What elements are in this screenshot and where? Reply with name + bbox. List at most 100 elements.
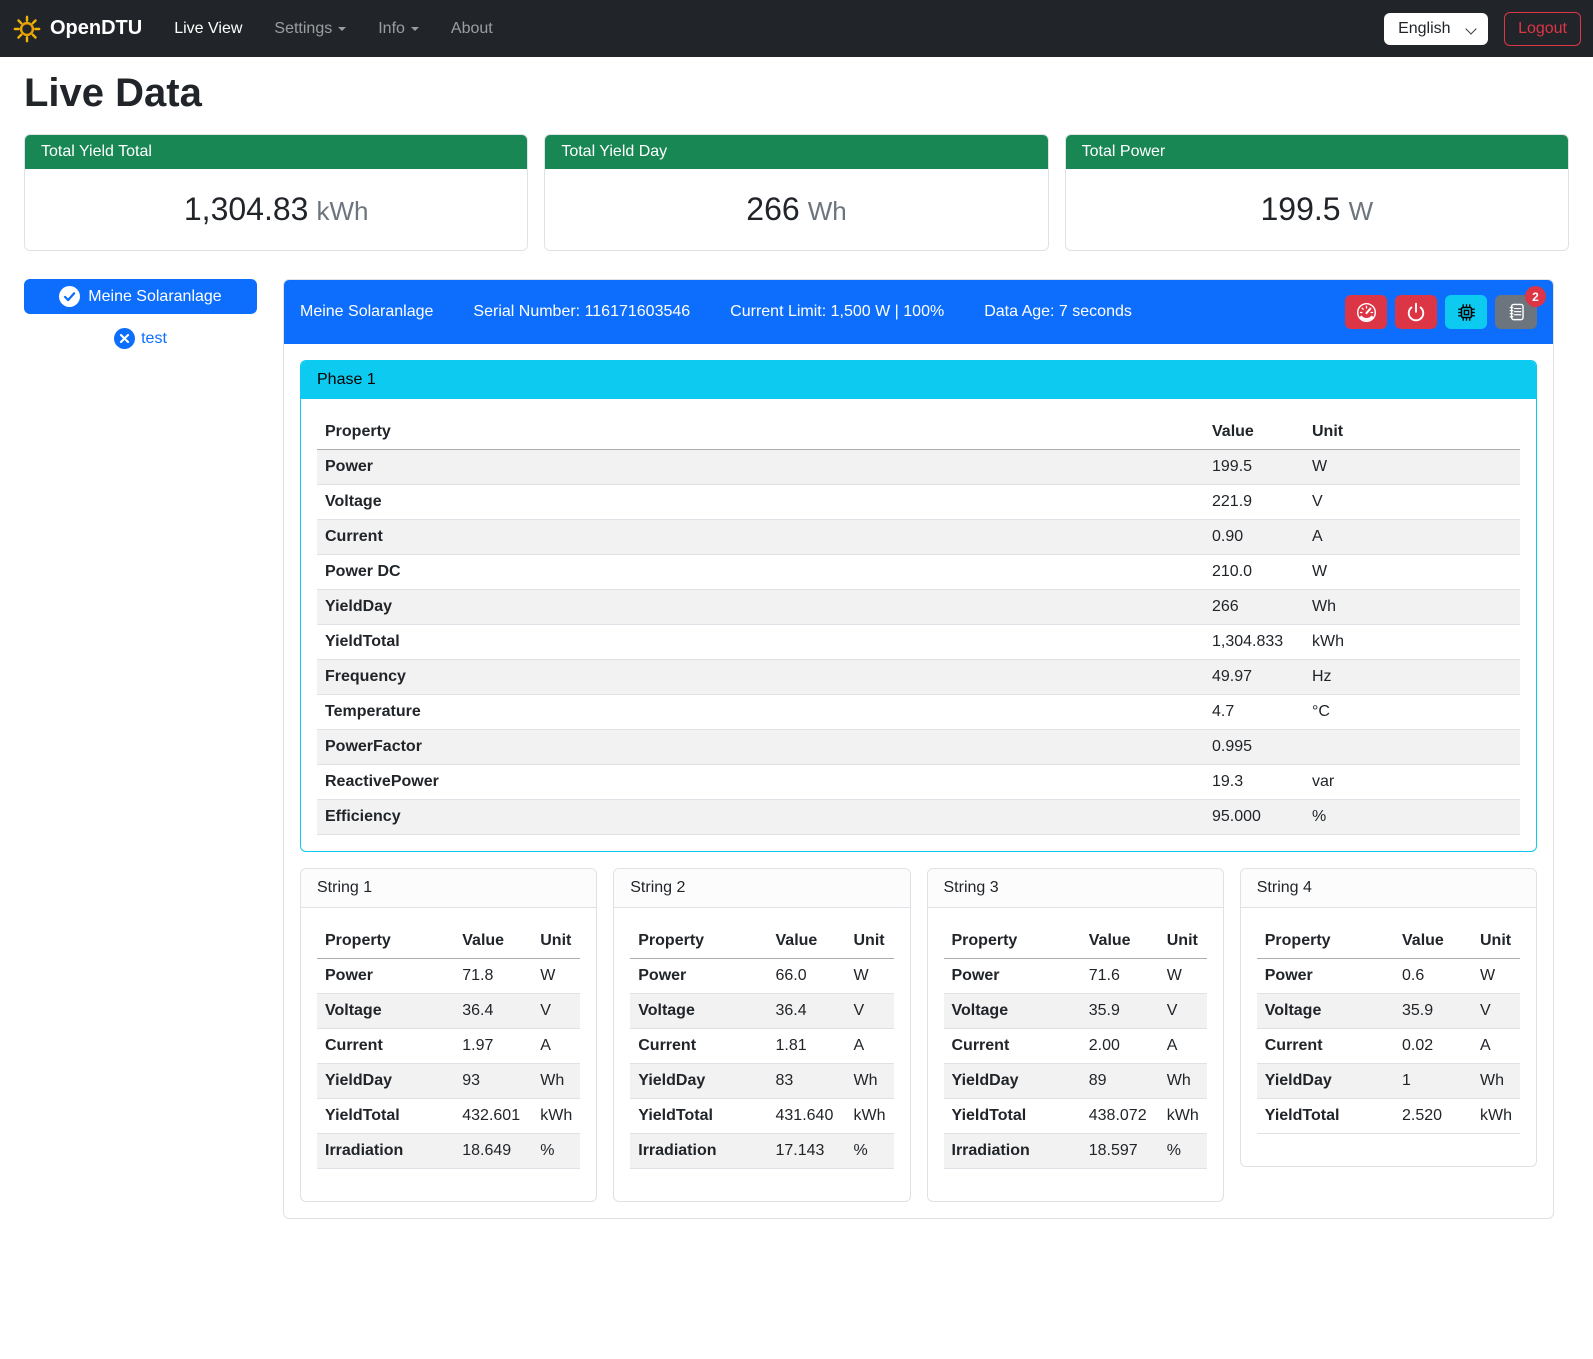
table-row: Voltage35.9V <box>944 994 1207 1029</box>
table-row: Power DC210.0W <box>317 555 1520 590</box>
table-row: YieldDay266Wh <box>317 590 1520 625</box>
summary-card-title: Total Yield Day <box>545 135 1047 169</box>
column-header-value: Value <box>1394 924 1472 959</box>
device-info-button[interactable] <box>1445 295 1487 329</box>
table-row: YieldTotal431.640kWh <box>630 1099 893 1134</box>
inverter-limit: Current Limit: 1,500 W | 100% <box>730 303 944 321</box>
string-data-table: Property Value Unit Power66.0WVoltage36.… <box>630 924 893 1169</box>
table-row: Irradiation17.143% <box>630 1134 893 1169</box>
journal-icon <box>1507 302 1526 322</box>
cpu-icon <box>1456 302 1477 323</box>
string-card: String 4 Property Value Unit Power0.6WVo… <box>1240 868 1537 1167</box>
summary-card-unit: Wh <box>808 196 847 226</box>
inverter-panel: Meine Solaranlage Serial Number: 1161716… <box>283 279 1554 1219</box>
phase-data-table: Property Value Unit Power199.5WVoltage22… <box>317 415 1520 835</box>
summary-card-value: 199.5 <box>1261 191 1341 227</box>
table-row: Current1.81A <box>630 1029 893 1064</box>
check-circle-icon <box>59 286 80 307</box>
string-card: String 1 Property Value Unit Power71.8WV… <box>300 868 597 1202</box>
chevron-down-icon <box>1465 23 1476 34</box>
column-header-value: Value <box>1081 924 1159 959</box>
table-row: Irradiation18.649% <box>317 1134 580 1169</box>
table-row: Current1.97A <box>317 1029 580 1064</box>
table-row: YieldDay1Wh <box>1257 1064 1520 1099</box>
table-row: PowerFactor0.995 <box>317 730 1520 765</box>
table-header-row: Property Value Unit <box>630 924 893 959</box>
summary-card-unit: kWh <box>316 196 368 226</box>
nav-links: Live View Settings Info About <box>158 12 509 46</box>
table-header-row: Property Value Unit <box>317 415 1520 450</box>
table-row: Current2.00A <box>944 1029 1207 1064</box>
language-selected-value: English <box>1398 20 1450 37</box>
column-header-property: Property <box>317 415 1204 450</box>
string-card: String 2 Property Value Unit Power66.0WV… <box>613 868 910 1202</box>
table-row: Efficiency95.000% <box>317 800 1520 835</box>
sidebar-item-label: test <box>141 330 167 348</box>
table-row: YieldTotal2.520kWh <box>1257 1099 1520 1134</box>
table-row: YieldDay89Wh <box>944 1064 1207 1099</box>
logout-button[interactable]: Logout <box>1504 12 1581 46</box>
nav-item-info[interactable]: Info <box>362 12 435 46</box>
table-row: ReactivePower19.3var <box>317 765 1520 800</box>
column-header-value: Value <box>768 924 846 959</box>
table-row: Power0.6W <box>1257 959 1520 994</box>
phase-card-title: Phase 1 <box>301 361 1536 399</box>
inverter-panel-header: Meine Solaranlage Serial Number: 1161716… <box>284 280 1553 344</box>
brand-link[interactable]: OpenDTU <box>12 14 142 44</box>
nav-item-label: Info <box>378 20 405 37</box>
sidebar-item-test[interactable]: test <box>24 328 257 349</box>
power-icon <box>1406 302 1426 322</box>
nav-item-label: Settings <box>274 20 332 37</box>
power-control-button[interactable] <box>1395 295 1437 329</box>
summary-card-unit: W <box>1349 196 1374 226</box>
nav-item-settings[interactable]: Settings <box>258 12 362 46</box>
summary-card-total-power: Total Power 199.5 W <box>1065 134 1569 251</box>
table-header-row: Property Value Unit <box>944 924 1207 959</box>
inverter-serial: Serial Number: 116171603546 <box>473 303 690 321</box>
summary-card-title: Total Power <box>1066 135 1568 169</box>
caret-down-icon <box>338 27 346 31</box>
strings-row: String 1 Property Value Unit Power71.8WV… <box>300 868 1537 1202</box>
summary-card-value: 1,304.83 <box>184 191 309 227</box>
column-header-unit: Unit <box>846 924 894 959</box>
string-data-table: Property Value Unit Power71.8WVoltage36.… <box>317 924 580 1169</box>
language-select[interactable]: English <box>1384 13 1488 45</box>
event-log-button[interactable]: 2 <box>1495 295 1537 329</box>
string-card-title: String 2 <box>630 879 685 896</box>
brand-label: OpenDTU <box>50 17 142 40</box>
inverter-sidebar: Meine Solaranlage test <box>24 279 257 349</box>
table-row: Voltage36.4V <box>630 994 893 1029</box>
table-row: Power199.5W <box>317 450 1520 485</box>
column-header-property: Property <box>317 924 454 959</box>
table-row: Power71.8W <box>317 959 580 994</box>
event-count-badge: 2 <box>1525 286 1546 307</box>
speedometer-icon <box>1356 302 1377 323</box>
column-header-unit: Unit <box>1304 415 1520 450</box>
summary-card-total-yield-day: Total Yield Day 266 Wh <box>544 134 1048 251</box>
table-row: Current0.90A <box>317 520 1520 555</box>
string-card-title: String 4 <box>1257 879 1312 896</box>
inverter-name: Meine Solaranlage <box>300 303 433 321</box>
string-data-table: Property Value Unit Power0.6WVoltage35.9… <box>1257 924 1520 1134</box>
table-row: YieldTotal1,304.833kWh <box>317 625 1520 660</box>
phase-card: Phase 1 Property Value Unit Power199.5WV… <box>300 360 1537 852</box>
nav-item-about[interactable]: About <box>435 12 509 46</box>
column-header-unit: Unit <box>1472 924 1520 959</box>
table-row: Temperature4.7°C <box>317 695 1520 730</box>
sun-icon <box>12 14 42 44</box>
sidebar-item-meine-solaranlage[interactable]: Meine Solaranlage <box>24 279 257 314</box>
column-header-value: Value <box>1204 415 1304 450</box>
summary-card-value: 266 <box>746 191 799 227</box>
navbar: OpenDTU Live View Settings Info About En… <box>0 0 1593 57</box>
table-row: YieldTotal438.072kWh <box>944 1099 1207 1134</box>
string-card-title: String 3 <box>944 879 999 896</box>
nav-item-live-view[interactable]: Live View <box>158 12 258 46</box>
x-circle-icon <box>114 328 135 349</box>
table-row: YieldDay83Wh <box>630 1064 893 1099</box>
limit-settings-button[interactable] <box>1345 295 1387 329</box>
page-title: Live Data <box>24 71 1569 116</box>
table-row: Power71.6W <box>944 959 1207 994</box>
table-row: Voltage221.9V <box>317 485 1520 520</box>
inverter-action-buttons: 2 <box>1345 295 1537 329</box>
table-row: Power66.0W <box>630 959 893 994</box>
